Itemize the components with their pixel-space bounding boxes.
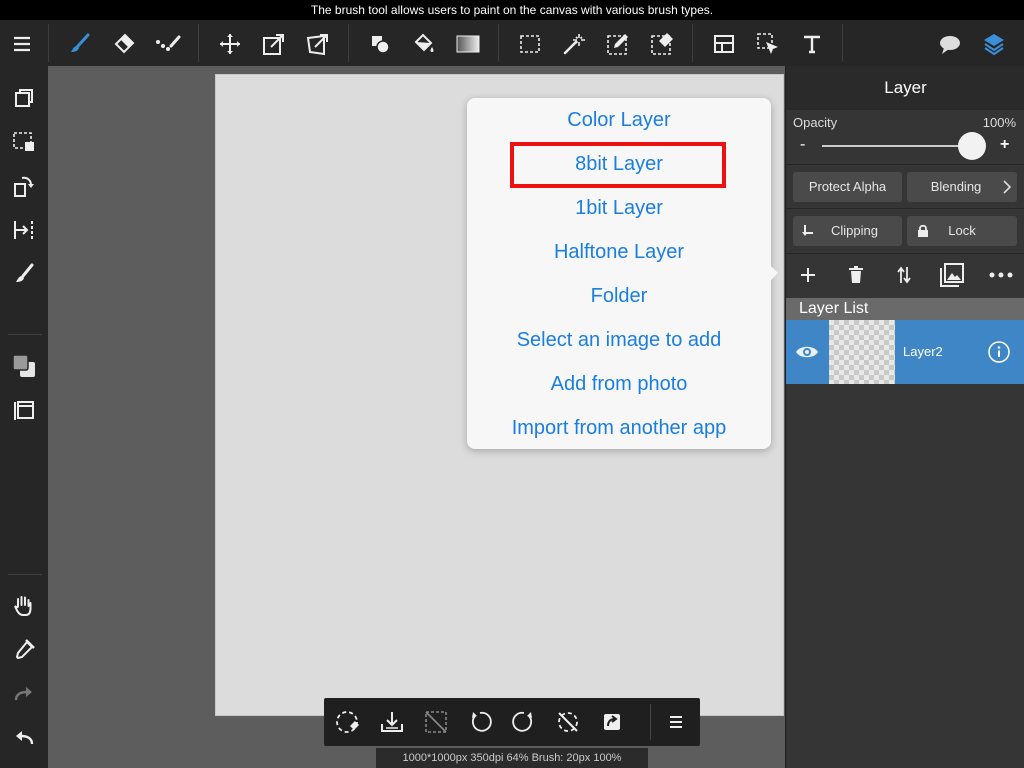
toolbar-divider — [692, 24, 693, 62]
layers-icon[interactable] — [980, 30, 1008, 58]
distort-icon[interactable] — [304, 30, 332, 58]
panel-divider — [786, 253, 1024, 254]
panel-title: Layer — [786, 66, 1024, 110]
bucket-icon[interactable] — [410, 30, 438, 58]
clipping-button[interactable]: Clipping — [793, 216, 902, 246]
gradient-icon[interactable] — [454, 30, 482, 58]
add-layer-icon[interactable] — [796, 263, 820, 287]
blending-label: Blending — [930, 179, 982, 194]
rotate-icon[interactable] — [10, 172, 38, 200]
reset-rotation-icon[interactable] — [554, 708, 582, 736]
speech-bubble-icon[interactable] — [936, 30, 964, 58]
opacity-slider-knob[interactable] — [958, 132, 986, 160]
text-icon[interactable] — [798, 30, 826, 58]
panel-layout-icon[interactable] — [710, 30, 738, 58]
select-pen-icon[interactable] — [604, 30, 632, 58]
lock-icon — [918, 224, 928, 237]
opacity-plus-button[interactable]: + — [1000, 136, 1009, 154]
shape-fill-icon[interactable] — [366, 30, 394, 58]
eraser-icon[interactable] — [110, 30, 138, 58]
toolbar-divider — [348, 24, 349, 62]
layer-name: Layer2 — [903, 344, 943, 359]
opacity-label: Opacity — [793, 115, 838, 130]
redo-icon[interactable] — [10, 680, 38, 708]
dot-brush-icon[interactable] — [154, 30, 182, 58]
protect-alpha-button[interactable]: Protect Alpha — [793, 172, 902, 202]
copy-layer-icon[interactable] — [10, 84, 38, 112]
brush-settings-icon[interactable] — [10, 260, 38, 288]
lock-label: Lock — [948, 223, 976, 238]
layer-list-title: Layer List — [786, 298, 1024, 320]
clear-selection-icon[interactable] — [334, 708, 362, 736]
eyedropper-icon[interactable] — [10, 636, 38, 664]
color-icon[interactable] — [10, 352, 38, 380]
clipping-icon — [802, 225, 813, 236]
hand-icon[interactable] — [10, 592, 38, 620]
clipping-label: Clipping — [831, 223, 878, 238]
transform-icon[interactable] — [260, 30, 288, 58]
blending-button[interactable]: Blending — [907, 172, 1017, 202]
eye-icon[interactable] — [793, 342, 821, 362]
select-pointer-icon[interactable] — [754, 30, 782, 58]
menu-item-color-layer[interactable]: Color Layer — [467, 103, 771, 137]
import-icon[interactable] — [378, 708, 406, 736]
panel-divider — [786, 164, 1024, 165]
undo-rotate-icon[interactable] — [466, 708, 494, 736]
top-toolbar — [0, 20, 1024, 66]
bottom-toolbar — [324, 698, 700, 746]
reorder-icon[interactable] — [892, 263, 916, 287]
move-icon[interactable] — [216, 30, 244, 58]
toolbar-divider — [650, 704, 651, 740]
more-icon[interactable] — [988, 263, 1014, 287]
left-toolbar — [0, 66, 48, 768]
layer-panel: Layer Opacity 100% - + Protect Alpha Ble… — [785, 66, 1024, 768]
opacity-value: 100% — [982, 115, 1016, 130]
panel-divider — [786, 208, 1024, 209]
selection-icon[interactable] — [10, 128, 38, 156]
marquee-select-icon[interactable] — [516, 30, 544, 58]
info-icon[interactable] — [987, 340, 1011, 364]
menu-item-8bit-layer[interactable]: 8bit Layer — [467, 147, 771, 181]
magic-wand-icon[interactable] — [560, 30, 588, 58]
flip-icon[interactable] — [10, 216, 38, 244]
layer-thumbnail — [829, 320, 895, 384]
add-layer-popover: Color Layer 8bit Layer 1bit Layer Halfto… — [467, 98, 771, 449]
more-menu-icon[interactable] — [662, 708, 690, 736]
menu-item-select-image[interactable]: Select an image to add — [467, 323, 771, 357]
menu-item-import-app[interactable]: Import from another app — [467, 411, 771, 445]
popover-arrow — [768, 263, 778, 283]
toolbar-divider — [842, 24, 843, 62]
toolbar-divider — [198, 24, 199, 62]
opacity-minus-button[interactable]: - — [800, 136, 805, 154]
trash-icon[interactable] — [844, 263, 868, 287]
menu-item-1bit-layer[interactable]: 1bit Layer — [467, 191, 771, 225]
menu-item-add-from-photo[interactable]: Add from photo — [467, 367, 771, 401]
redo-rotate-icon[interactable] — [510, 708, 538, 736]
menu-icon[interactable] — [8, 30, 36, 58]
opacity-slider-track[interactable] — [822, 145, 972, 147]
chevron-right-icon — [1003, 180, 1011, 194]
toolbar-divider — [498, 24, 499, 62]
toolbar-divider — [8, 574, 42, 575]
tooltip-bar: The brush tool allows users to paint on … — [0, 0, 1024, 20]
brush-icon[interactable] — [66, 30, 94, 58]
lock-button[interactable]: Lock — [907, 216, 1017, 246]
undo-icon[interactable] — [10, 724, 38, 752]
frame-icon[interactable] — [10, 396, 38, 424]
import-image-icon[interactable] — [938, 261, 966, 289]
menu-item-folder[interactable]: Folder — [467, 279, 771, 313]
deselect-icon[interactable] — [422, 708, 450, 736]
status-bar: 1000*1000px 350dpi 64% Brush: 20px 100% — [376, 748, 648, 768]
select-eraser-icon[interactable] — [648, 30, 676, 58]
toolbar-divider — [8, 334, 42, 335]
menu-item-halftone-layer[interactable]: Halftone Layer — [467, 235, 771, 269]
toolbar-divider — [48, 24, 49, 62]
layer-row[interactable]: Layer2 — [786, 320, 1024, 384]
share-icon[interactable] — [598, 708, 626, 736]
